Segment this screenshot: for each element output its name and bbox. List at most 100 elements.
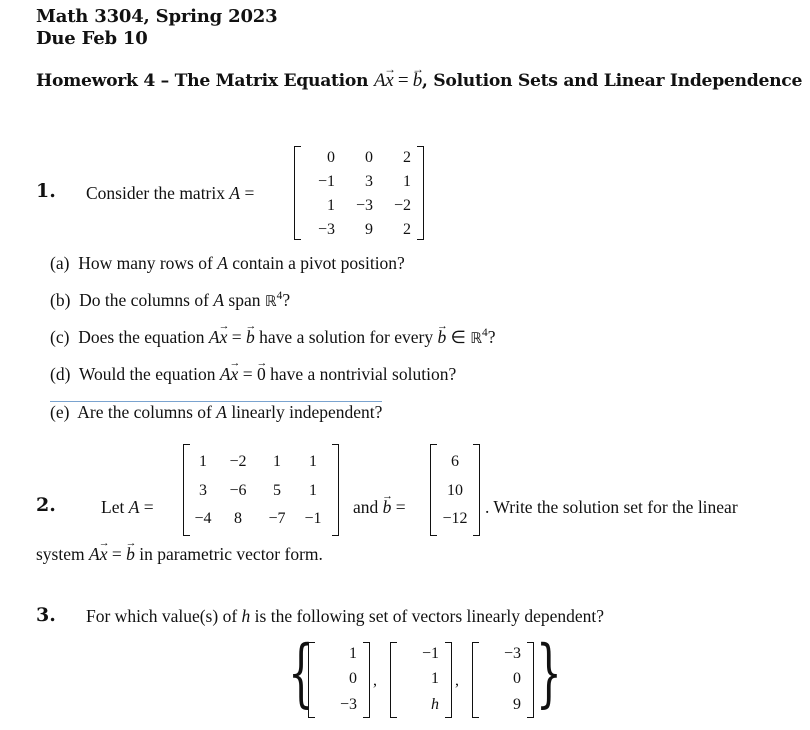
matrix-entry: 1 [273,453,281,470]
part-c-text: Does the equation [78,327,209,347]
matrix-entry: −4 [194,510,212,528]
problem-1-matrix: 0 0 2 −1 3 1 1 −3 −2 −3 9 2 [294,146,424,240]
vector-2: −1 1 h [390,642,452,718]
part-c-label: (c) [50,327,70,347]
problem-1-intro-text: Consider the matrix [86,183,230,203]
problem-2-intro-text: Let [101,497,129,517]
vector-entry: −3 [503,645,521,662]
zero-vector: 0 [257,364,266,385]
problem-3-text-post: is the following set of vectors linearly… [250,606,605,626]
matrix-entry: −2 [393,197,411,214]
part-b-var: A [213,290,225,310]
matrix-entry: 2 [403,149,411,166]
matrix-entries: 1 −2 1 1 3 −6 5 1 −4 8 −7 −1 [190,444,332,536]
part-b: (b) Do the columns of A span ℝ4? [50,290,290,311]
title-suffix: , Solution Sets and Linear Independence [421,71,803,91]
matrix-entry: 5 [273,481,281,499]
part-a-text-end: contain a pivot position? [227,253,405,273]
title-eq-b: b [413,70,423,92]
matrix-entries: 0 0 2 −1 3 1 1 −3 −2 −3 9 2 [301,146,417,240]
line-2-equals: = [107,544,127,564]
problem-3-text: For which value(s) of h is the following… [86,606,604,627]
matrix-entry: 1 [309,481,317,499]
problem-2-line-2: system Ax = b in parametric vector form. [36,544,323,565]
problem-3-text-pre: For which value(s) of [86,606,242,626]
part-b-text: Do the columns of [79,290,214,310]
right-bracket [363,642,370,718]
part-c-equals: = [227,327,247,347]
left-bracket [308,642,315,718]
line-2-text: system [36,544,89,564]
line-2-vec-b: b [126,544,135,565]
matrix-entry: 9 [365,221,373,238]
vector-entry: 0 [349,670,357,688]
line-2-end: in parametric vector form. [134,544,323,564]
and-text: and [353,497,383,517]
matrix-entry: −6 [229,481,247,499]
matrix-entry: −2 [229,453,247,470]
part-a-text: How many rows of [78,253,218,273]
part-b-mid: span [224,290,265,310]
problem-2-b-vector: 6 10 −12 [430,444,480,536]
right-bracket [527,642,534,718]
matrix-entry: −1 [304,510,322,528]
matrix-entry: 0 [365,149,373,166]
element-of-symbol: ∈ [446,327,471,347]
vector-separator: , [373,672,377,689]
left-bracket [472,642,479,718]
right-set-brace: } [536,630,562,716]
part-c-mid: have a solution for every [254,327,438,347]
matrix-entry: 3 [199,481,207,499]
matrix-entry: −3 [355,197,373,214]
homework-title: Homework 4 – The Matrix Equation Ax = b,… [36,70,802,92]
part-c: (c) Does the equation Ax = b have a solu… [50,327,496,348]
vector-3: −3 0 9 [472,642,534,718]
problem-1-intro: Consider the matrix A = [86,183,254,204]
vector-entry: 10 [447,481,463,499]
vector-entry: −12 [442,510,468,528]
part-d-text: Would the equation [78,364,220,384]
equals-sign: = [139,497,154,517]
vector-entries: −3 0 9 [479,642,527,718]
vector-entry: 6 [451,453,459,470]
problem-1-number: 1. [36,180,56,202]
matrix-entry: 1 [327,197,335,214]
matrix-entry: 1 [199,453,207,470]
problem-2-text: . Write the solution set for the linear [485,497,738,517]
problem-2-matrix: 1 −2 1 1 3 −6 5 1 −4 8 −7 −1 [183,444,339,536]
line-2-vec-x: x [100,544,108,565]
real-space-symbol: ℝ [264,292,277,310]
course-label: Math 3304, Spring 2023 [36,6,278,27]
matrix-entry: −1 [317,173,335,190]
matrix-name: A [128,497,140,517]
vector-entry: h [431,695,439,713]
right-bracket [445,642,452,718]
title-eq-equals: = [393,70,413,91]
vector-entry: 0 [513,670,521,688]
right-bracket [473,444,480,536]
part-d: (d) Would the equation Ax = 0 have a non… [50,364,456,385]
left-bracket [390,642,397,718]
part-b-end: ? [282,290,291,310]
matrix-entry: 8 [234,510,242,528]
part-c-end: ? [487,327,496,347]
part-e-var: A [216,402,227,422]
part-b-label: (b) [50,290,71,310]
part-c-vec-x: x [220,327,228,348]
problem-3-var-h: h [241,606,251,626]
vector-separator: , [455,672,459,689]
part-e: (e) Are the columns of A linearly indepe… [50,401,383,423]
due-date: Due Feb 10 [36,28,148,49]
right-bracket [332,444,339,536]
matrix-entry: −3 [317,221,335,238]
part-d-vec-x: x [231,364,239,385]
left-bracket [294,146,301,240]
vector-entry: 1 [349,645,357,662]
part-a-label: (a) [50,253,70,273]
matrix-entry: 1 [403,173,411,190]
vector-1: 1 0 −3 [308,642,370,718]
problem-2-number: 2. [36,494,56,516]
equals-sign: = [391,497,406,517]
real-space-symbol: ℝ [470,329,483,347]
part-e-label: (e) [50,402,70,422]
